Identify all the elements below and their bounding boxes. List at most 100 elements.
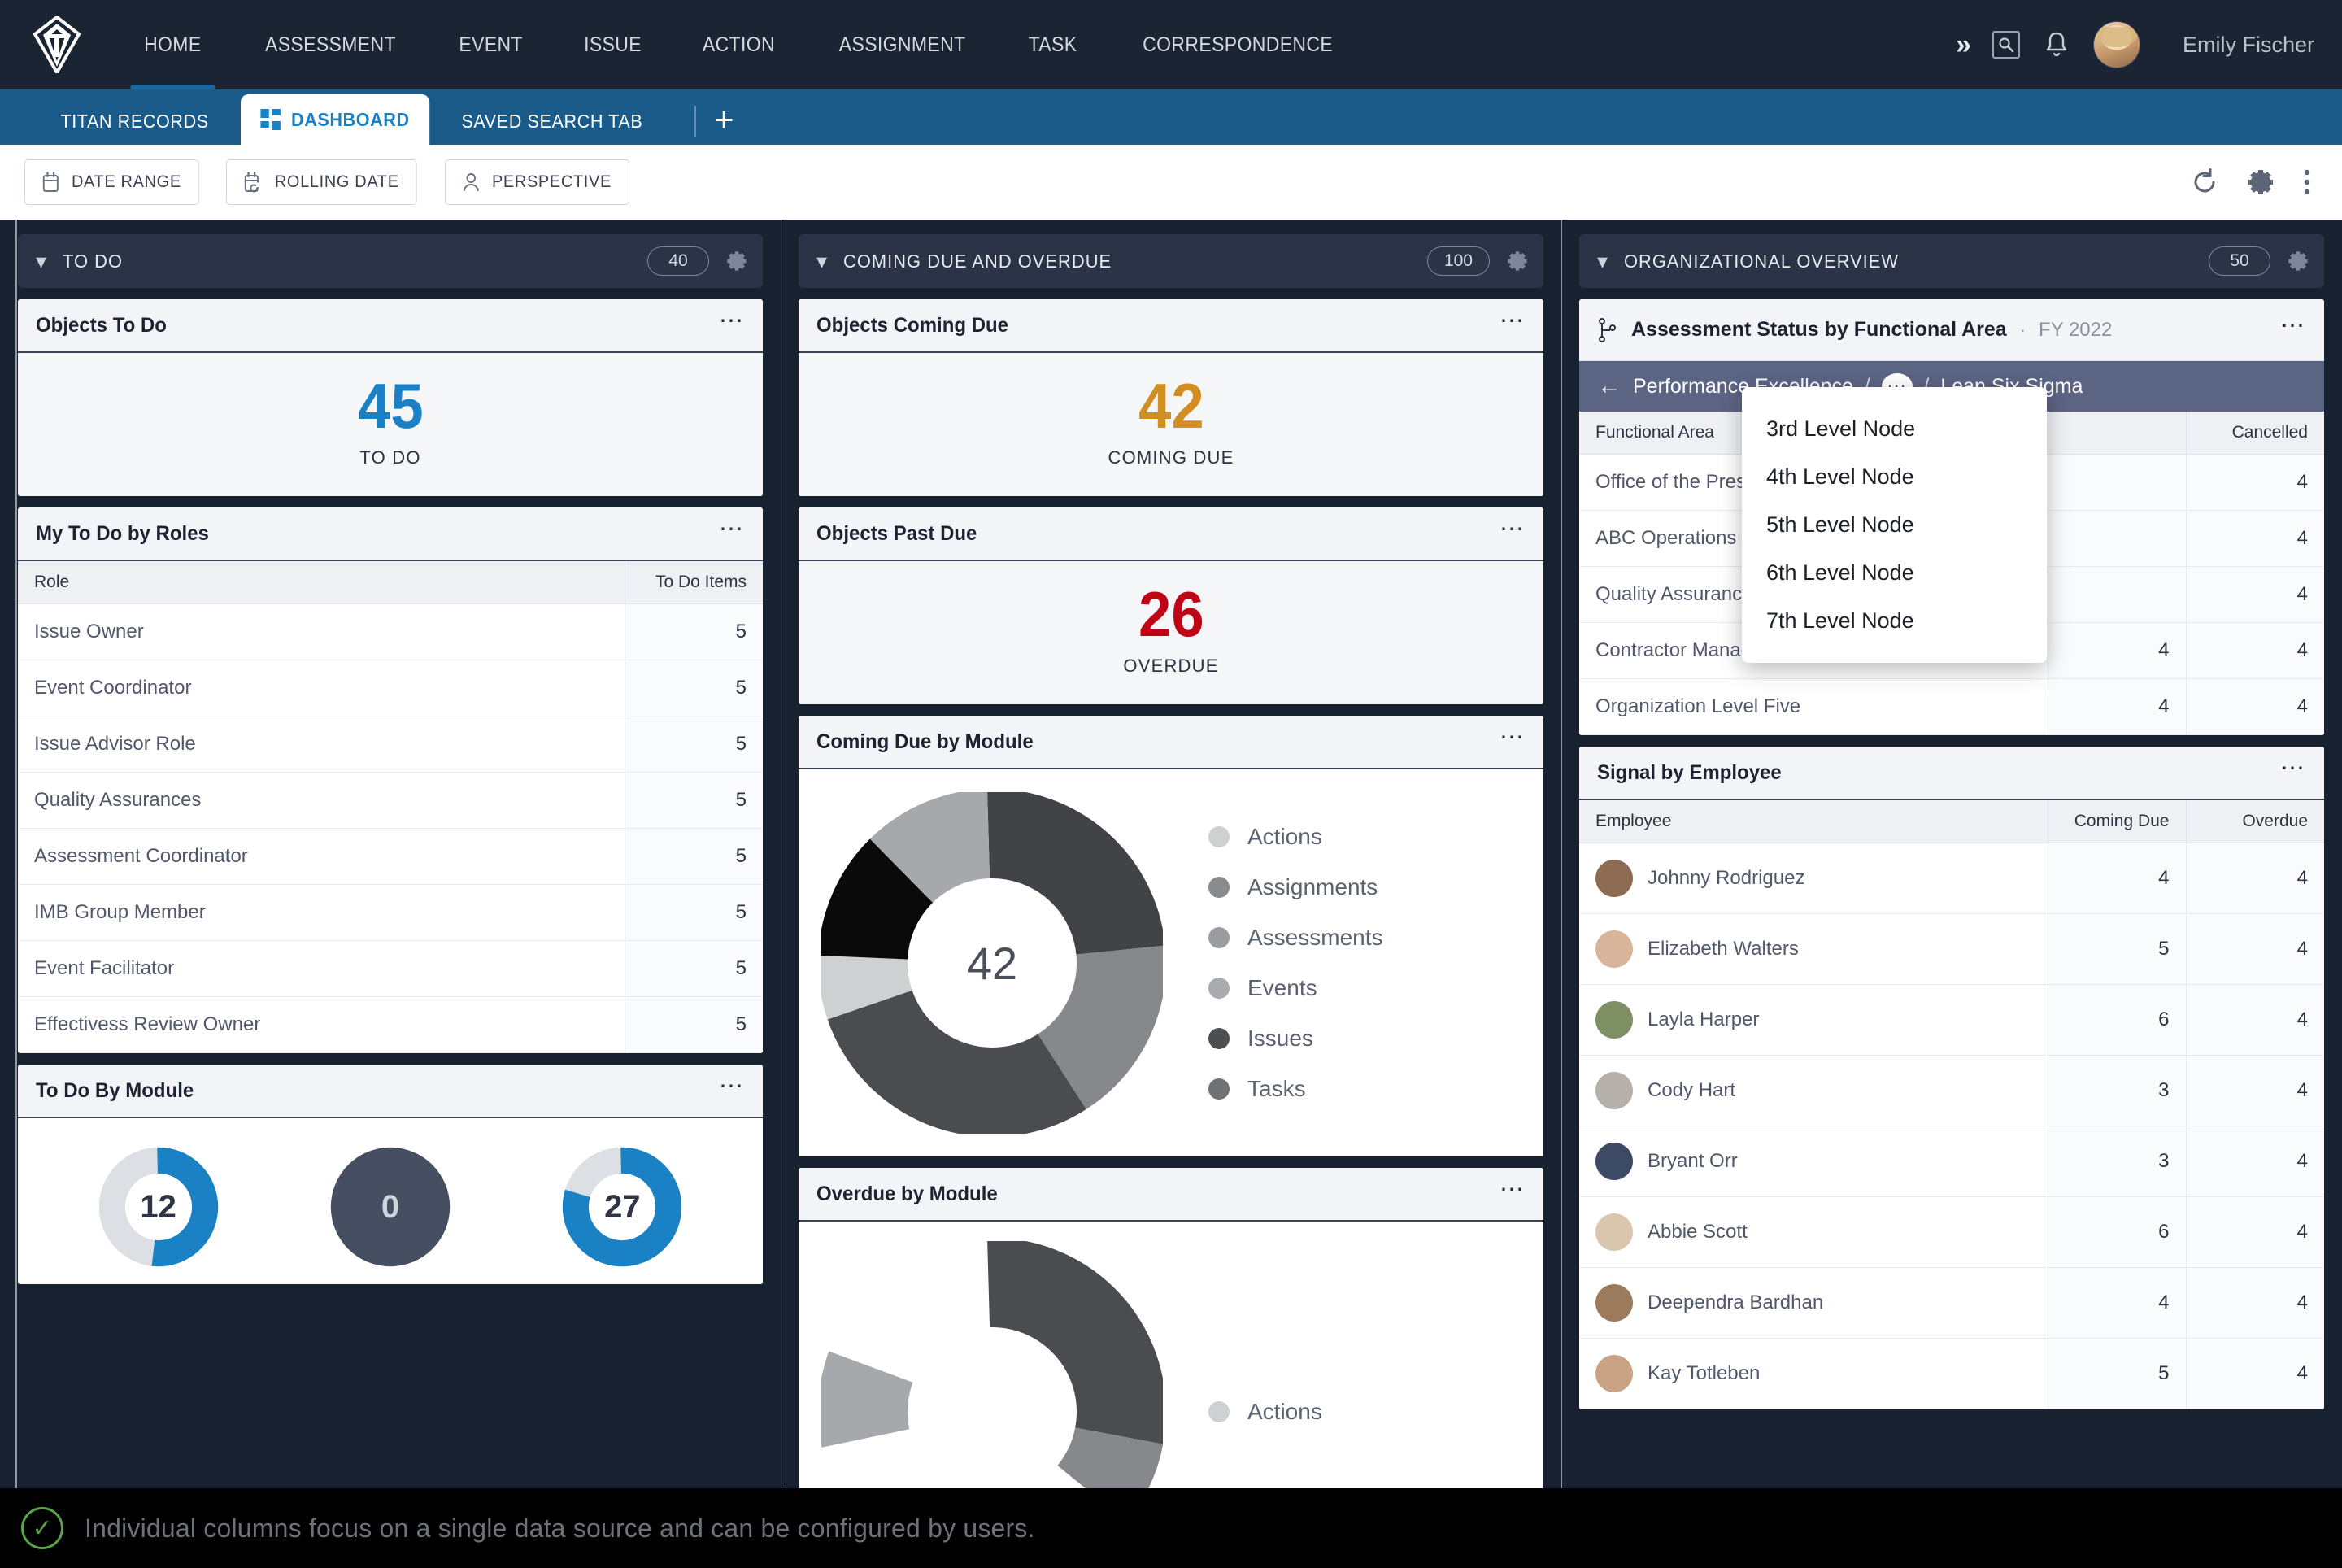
tab-titan-records[interactable]: TITAN RECORDS — [41, 98, 229, 145]
toolbar-actions — [2191, 168, 2318, 197]
legend-label: Actions — [1247, 1399, 1322, 1424]
nav-label: EVENT — [459, 33, 524, 56]
table-row[interactable]: IMB Group Member 5 — [18, 884, 763, 941]
donut-legend: Actions — [1208, 1399, 1322, 1425]
ellipsis-icon[interactable]: ⋯ — [1500, 309, 1526, 334]
ellipsis-icon[interactable]: ⋯ — [719, 517, 745, 542]
legend-item-actions[interactable]: Actions — [1208, 824, 1383, 850]
ellipsis-icon[interactable]: ⋯ — [2280, 756, 2306, 782]
gauge-module-1[interactable]: 12 — [98, 1146, 220, 1268]
role-count: 5 — [624, 884, 763, 941]
legend-item-issues[interactable]: Issues — [1208, 1026, 1383, 1052]
table-row[interactable]: Layla Harper 6 4 — [1579, 984, 2324, 1056]
column-header-to-do-items[interactable]: To Do Items — [624, 561, 763, 604]
date-range-button[interactable]: DATE RANGE — [24, 159, 199, 205]
column-header-cancelled[interactable]: Cancelled — [2185, 412, 2324, 455]
table-row[interactable]: Effectivess Review Owner 5 — [18, 996, 763, 1053]
ellipsis-icon[interactable]: ⋯ — [2280, 313, 2306, 339]
chevron-down-icon[interactable]: ▾ — [36, 250, 46, 272]
table-row[interactable]: Event Facilitator 5 — [18, 940, 763, 997]
button-label: PERSPECTIVE — [491, 172, 612, 191]
employee-cell: Bryant Orr — [1579, 1126, 2048, 1197]
menu-item-7th-level-node[interactable]: 7th Level Node — [1742, 597, 2047, 645]
cancelled-cell: 4 — [2185, 454, 2324, 511]
nav-item-correspondence[interactable]: CORRESPONDENCE — [1117, 0, 1358, 89]
ellipsis-icon[interactable]: ⋯ — [1500, 1178, 1526, 1203]
nav-item-action[interactable]: ACTION — [677, 0, 800, 89]
menu-item-4th-level-node[interactable]: 4th Level Node — [1742, 453, 2047, 501]
chevron-double-right-icon[interactable]: » — [1956, 29, 1971, 61]
table-row[interactable]: Issue Advisor Role 5 — [18, 716, 763, 773]
rolling-date-button[interactable]: ROLLING DATE — [225, 159, 417, 205]
add-tab-button[interactable]: + — [714, 102, 734, 145]
column-header-employee[interactable]: Employee — [1579, 800, 2048, 843]
table-row[interactable]: Assessment Coordinator 5 — [18, 828, 763, 885]
table-row[interactable]: Elizabeth Walters 5 4 — [1579, 913, 2324, 985]
legend-item-tasks[interactable]: Tasks — [1208, 1076, 1383, 1102]
gear-icon[interactable] — [1506, 250, 1529, 272]
table-row[interactable]: Cody Hart 3 4 — [1579, 1055, 2324, 1126]
donut-graphic[interactable] — [818, 1238, 1166, 1488]
column-header-coming-due[interactable]: ▾ COMING DUE AND OVERDUE 100 — [799, 234, 1543, 288]
column-header-org-overview[interactable]: ▾ ORGANIZATIONAL OVERVIEW 50 — [1579, 234, 2324, 288]
legend-item-events[interactable]: Events — [1208, 975, 1383, 1001]
kpi-label: COMING DUE — [1108, 447, 1234, 468]
legend-item-actions[interactable]: Actions — [1208, 1399, 1322, 1425]
nav-item-task[interactable]: TASK — [1003, 0, 1102, 89]
gauge-module-2[interactable]: 0 — [329, 1146, 451, 1268]
gauge-value: 0 — [381, 1188, 400, 1225]
donut-graphic[interactable]: 42 — [818, 789, 1166, 1137]
perspective-button[interactable]: PERSPECTIVE — [444, 159, 629, 205]
node-level-dropdown-menu[interactable]: 3rd Level Node 4th Level Node 5th Level … — [1742, 387, 2047, 663]
refresh-icon[interactable] — [2191, 168, 2218, 196]
chevron-down-icon[interactable]: ▾ — [1597, 250, 1608, 272]
nav-item-event[interactable]: EVENT — [434, 0, 549, 89]
legend-item-assessments[interactable]: Assessments — [1208, 925, 1383, 951]
coming-due-cell: 5 — [2047, 913, 2186, 985]
overdue-cell: 4 — [2185, 1338, 2324, 1409]
column-header-role[interactable]: Role — [18, 561, 625, 604]
table-row[interactable]: Bryant Orr 3 4 — [1579, 1126, 2324, 1197]
table-row[interactable]: Kay Totleben 5 4 — [1579, 1338, 2324, 1409]
column-header-to-do[interactable]: ▾ TO DO 40 — [18, 234, 763, 288]
employee-cell: Elizabeth Walters — [1579, 913, 2048, 985]
nav-item-home[interactable]: HOME — [119, 0, 227, 89]
ellipsis-icon[interactable]: ⋯ — [1500, 517, 1526, 542]
nav-item-assignment[interactable]: ASSIGNMENT — [813, 0, 990, 89]
chevron-down-icon[interactable]: ▾ — [816, 250, 827, 272]
role-name: Assessment Coordinator — [18, 828, 625, 885]
gear-icon[interactable] — [725, 250, 748, 272]
legend-item-assignments[interactable]: Assignments — [1208, 874, 1383, 900]
ellipsis-icon[interactable]: ⋯ — [1500, 725, 1526, 751]
app-logo[interactable] — [0, 0, 114, 89]
menu-item-5th-level-node[interactable]: 5th Level Node — [1742, 501, 2047, 549]
column-header-hidden[interactable] — [2047, 412, 2186, 455]
table-row[interactable]: Deependra Bardhan 4 4 — [1579, 1267, 2324, 1339]
menu-item-3rd-level-node[interactable]: 3rd Level Node — [1742, 405, 2047, 453]
notification-bell-icon[interactable] — [2044, 31, 2069, 59]
nav-item-issue[interactable]: ISSUE — [559, 0, 667, 89]
role-count: 5 — [624, 603, 763, 660]
table-row[interactable]: Quality Assurances 5 — [18, 772, 763, 829]
table-row[interactable]: Organization Level Five 4 4 — [1579, 678, 2324, 735]
gear-icon[interactable] — [2246, 168, 2275, 197]
ellipsis-icon[interactable]: ⋯ — [719, 1074, 745, 1100]
search-icon[interactable] — [1992, 31, 2020, 59]
table-row[interactable]: Abbie Scott 6 4 — [1579, 1196, 2324, 1268]
tab-saved-search[interactable]: SAVED SEARCH TAB — [442, 98, 663, 145]
table-row[interactable]: Johnny Rodriguez 4 4 — [1579, 843, 2324, 914]
column-header-coming-due[interactable]: Coming Due — [2047, 800, 2186, 843]
menu-item-6th-level-node[interactable]: 6th Level Node — [1742, 549, 2047, 597]
avatar[interactable] — [2092, 21, 2140, 68]
table-row[interactable]: Issue Owner 5 — [18, 603, 763, 660]
vertical-dots-icon[interactable] — [2303, 168, 2311, 196]
overdue-cell: 4 — [2185, 913, 2324, 985]
tab-dashboard[interactable]: DASHBOARD — [240, 94, 430, 145]
table-row[interactable]: Event Coordinator 5 — [18, 660, 763, 716]
gauge-module-3[interactable]: 27 — [561, 1146, 683, 1268]
ellipsis-icon[interactable]: ⋯ — [719, 309, 745, 334]
nav-item-assessment[interactable]: ASSESSMENT — [239, 0, 420, 89]
arrow-left-icon[interactable]: ← — [1597, 374, 1622, 399]
gear-icon[interactable] — [2287, 250, 2309, 272]
column-header-overdue[interactable]: Overdue — [2185, 800, 2324, 843]
